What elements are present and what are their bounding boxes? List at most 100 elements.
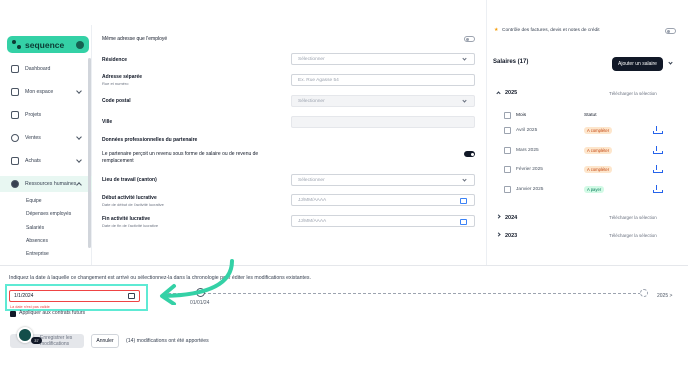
calendar-icon[interactable] bbox=[460, 198, 467, 204]
status-badge: A compléter bbox=[584, 147, 613, 154]
sidebar-item-label: Achats bbox=[25, 158, 41, 164]
download-selection-link[interactable]: Télécharger la sélection bbox=[609, 233, 657, 238]
partner-heading: Données professionnelles du partenaire bbox=[102, 137, 198, 143]
sidebar-subitem-absences[interactable]: Absences bbox=[26, 238, 48, 244]
start-activity-sublabel: Date de début de l'activité lucrative bbox=[102, 202, 164, 207]
add-salary-button[interactable]: Ajouter un salaire bbox=[612, 57, 663, 71]
same-address-label: Même adresse que l'employé bbox=[102, 36, 168, 42]
status-badge: A compléter bbox=[584, 127, 613, 134]
status-badge: A compléter bbox=[584, 166, 613, 173]
help-widget[interactable]: 37 bbox=[17, 327, 42, 344]
select-all-checkbox[interactable] bbox=[504, 112, 511, 119]
start-activity-label: Début activité lucrative bbox=[102, 195, 157, 201]
address-input[interactable]: Ex. Rue Agasse 54 bbox=[291, 74, 475, 86]
sidebar-scrollbar[interactable] bbox=[88, 58, 91, 248]
sidebar-subitem-salaries[interactable]: Salariés bbox=[26, 225, 44, 231]
download-icon[interactable] bbox=[653, 126, 663, 134]
sidebar-subitem-depenses[interactable]: Dépenses employés bbox=[26, 211, 71, 217]
apply-future-label: Appliquer aux contrats futurs bbox=[19, 310, 86, 316]
end-activity-date[interactable]: JJ/MM/AAAA bbox=[291, 215, 475, 227]
address-sublabel: Rue et numéro bbox=[102, 81, 129, 86]
top-setting-label: Contrôle des factures, devis et notes de… bbox=[502, 28, 600, 33]
timeline-next-year[interactable]: 2025 > bbox=[657, 293, 672, 299]
residence-select[interactable]: Sélectionner bbox=[291, 53, 475, 65]
sidebar-item-label: Dashboard bbox=[25, 66, 51, 72]
chevron-up-icon bbox=[76, 182, 82, 188]
home-icon bbox=[11, 65, 19, 73]
date-error-message: La date n'est pas valide bbox=[10, 305, 50, 309]
help-widget-count: 37 bbox=[31, 337, 42, 344]
sidebar-item-ventes[interactable]: Ventes bbox=[0, 130, 92, 146]
apply-future-checkbox[interactable] bbox=[10, 311, 16, 317]
residence-select-value: Sélectionner bbox=[298, 56, 325, 62]
sidebar-item-ressources-humaines[interactable]: Ressources humaines bbox=[0, 176, 92, 192]
postal-code-select-value: Sélectionner bbox=[298, 98, 325, 104]
row-month: Mars 2025 bbox=[516, 148, 539, 153]
save-changes-label: Enregistrer les modifications bbox=[40, 335, 73, 347]
start-activity-date[interactable]: JJ/MM/AAAA bbox=[291, 194, 475, 206]
annotation-arrow bbox=[160, 259, 234, 305]
residence-label: Résidence bbox=[102, 57, 128, 63]
chevron-down-icon bbox=[76, 157, 82, 163]
work-place-label: Lieu de travail (canton) bbox=[102, 177, 157, 183]
partner-income-label: Le partenaire perçoit un revenu sous for… bbox=[102, 151, 259, 164]
work-place-select[interactable]: Sélectionner bbox=[291, 174, 475, 186]
download-selection-link[interactable]: Télécharger la sélection bbox=[609, 91, 657, 96]
sidebar-item-mon-espace[interactable]: Mon espace bbox=[0, 84, 92, 100]
row-month: Janvier 2025 bbox=[516, 187, 544, 192]
row-checkbox[interactable] bbox=[504, 147, 511, 154]
coin-icon bbox=[11, 134, 19, 142]
download-icon[interactable] bbox=[653, 185, 663, 193]
postal-code-select[interactable]: Sélectionner bbox=[291, 95, 475, 107]
end-activity-placeholder: JJ/MM/AAAA bbox=[298, 218, 327, 224]
people-icon bbox=[11, 180, 19, 188]
app-window: sequence Dashboard Mon espace Projets Ve… bbox=[0, 0, 688, 387]
year-2023[interactable]: 2023 bbox=[505, 233, 517, 239]
change-date-value: 1/1/2024 bbox=[14, 293, 34, 299]
cancel-button[interactable]: Annuler bbox=[91, 334, 119, 348]
calendar-icon[interactable] bbox=[128, 293, 135, 299]
top-setting-toggle[interactable] bbox=[665, 28, 676, 34]
address-label: Adresse séparée bbox=[102, 74, 143, 80]
postal-code-label: Code postal bbox=[102, 98, 131, 104]
city-input[interactable] bbox=[291, 116, 475, 128]
user-icon bbox=[11, 88, 19, 96]
settings-icon[interactable] bbox=[76, 40, 84, 49]
row-checkbox[interactable] bbox=[504, 166, 511, 173]
download-icon[interactable] bbox=[653, 146, 663, 154]
row-checkbox[interactable] bbox=[504, 127, 511, 134]
start-activity-placeholder: JJ/MM/AAAA bbox=[298, 197, 327, 203]
download-icon[interactable] bbox=[653, 165, 663, 173]
end-activity-label: Fin activité lucrative bbox=[102, 216, 151, 222]
col-month: Mois bbox=[516, 113, 527, 118]
brand-name: sequence bbox=[25, 39, 65, 50]
partner-income-toggle[interactable] bbox=[464, 151, 475, 157]
sidebar-item-dashboard[interactable]: Dashboard bbox=[0, 61, 92, 77]
check-square-icon bbox=[11, 111, 19, 119]
same-address-toggle[interactable] bbox=[464, 36, 475, 42]
status-badge: A payer bbox=[584, 186, 605, 193]
chevron-down-icon bbox=[462, 177, 467, 182]
year-2024[interactable]: 2024 bbox=[505, 215, 517, 221]
chevron-down-icon bbox=[76, 88, 82, 94]
salaries-title: Salaires (17) bbox=[493, 59, 529, 65]
sidebar-item-label: Projets bbox=[25, 112, 42, 118]
row-checkbox[interactable] bbox=[504, 186, 511, 193]
timeline-next-point[interactable] bbox=[640, 289, 648, 297]
sidebar-item-projets[interactable]: Projets bbox=[0, 107, 92, 123]
address-input-placeholder: Ex. Rue Agasse 54 bbox=[298, 77, 339, 83]
col-status: Statut bbox=[584, 113, 597, 118]
year-2025[interactable]: 2025 bbox=[505, 90, 517, 96]
sidebar-subitem-entreprise[interactable]: Entreprise bbox=[26, 251, 49, 257]
sidebar-item-achats[interactable]: Achats bbox=[0, 153, 92, 169]
download-selection-link[interactable]: Télécharger la sélection bbox=[609, 215, 657, 220]
calendar-icon[interactable] bbox=[460, 219, 467, 225]
sidebar-item-label: Mon espace bbox=[25, 89, 54, 95]
sidebar-subitem-equipe[interactable]: Equipe bbox=[26, 198, 42, 204]
star-icon: ★ bbox=[494, 28, 499, 33]
brand-logo[interactable]: sequence bbox=[7, 36, 89, 53]
change-date-input[interactable]: 1/1/2024 bbox=[9, 290, 140, 302]
chevron-down-icon bbox=[462, 98, 467, 103]
city-label: Ville bbox=[102, 119, 113, 125]
sidebar-item-label: Ressources humaines bbox=[25, 181, 77, 187]
